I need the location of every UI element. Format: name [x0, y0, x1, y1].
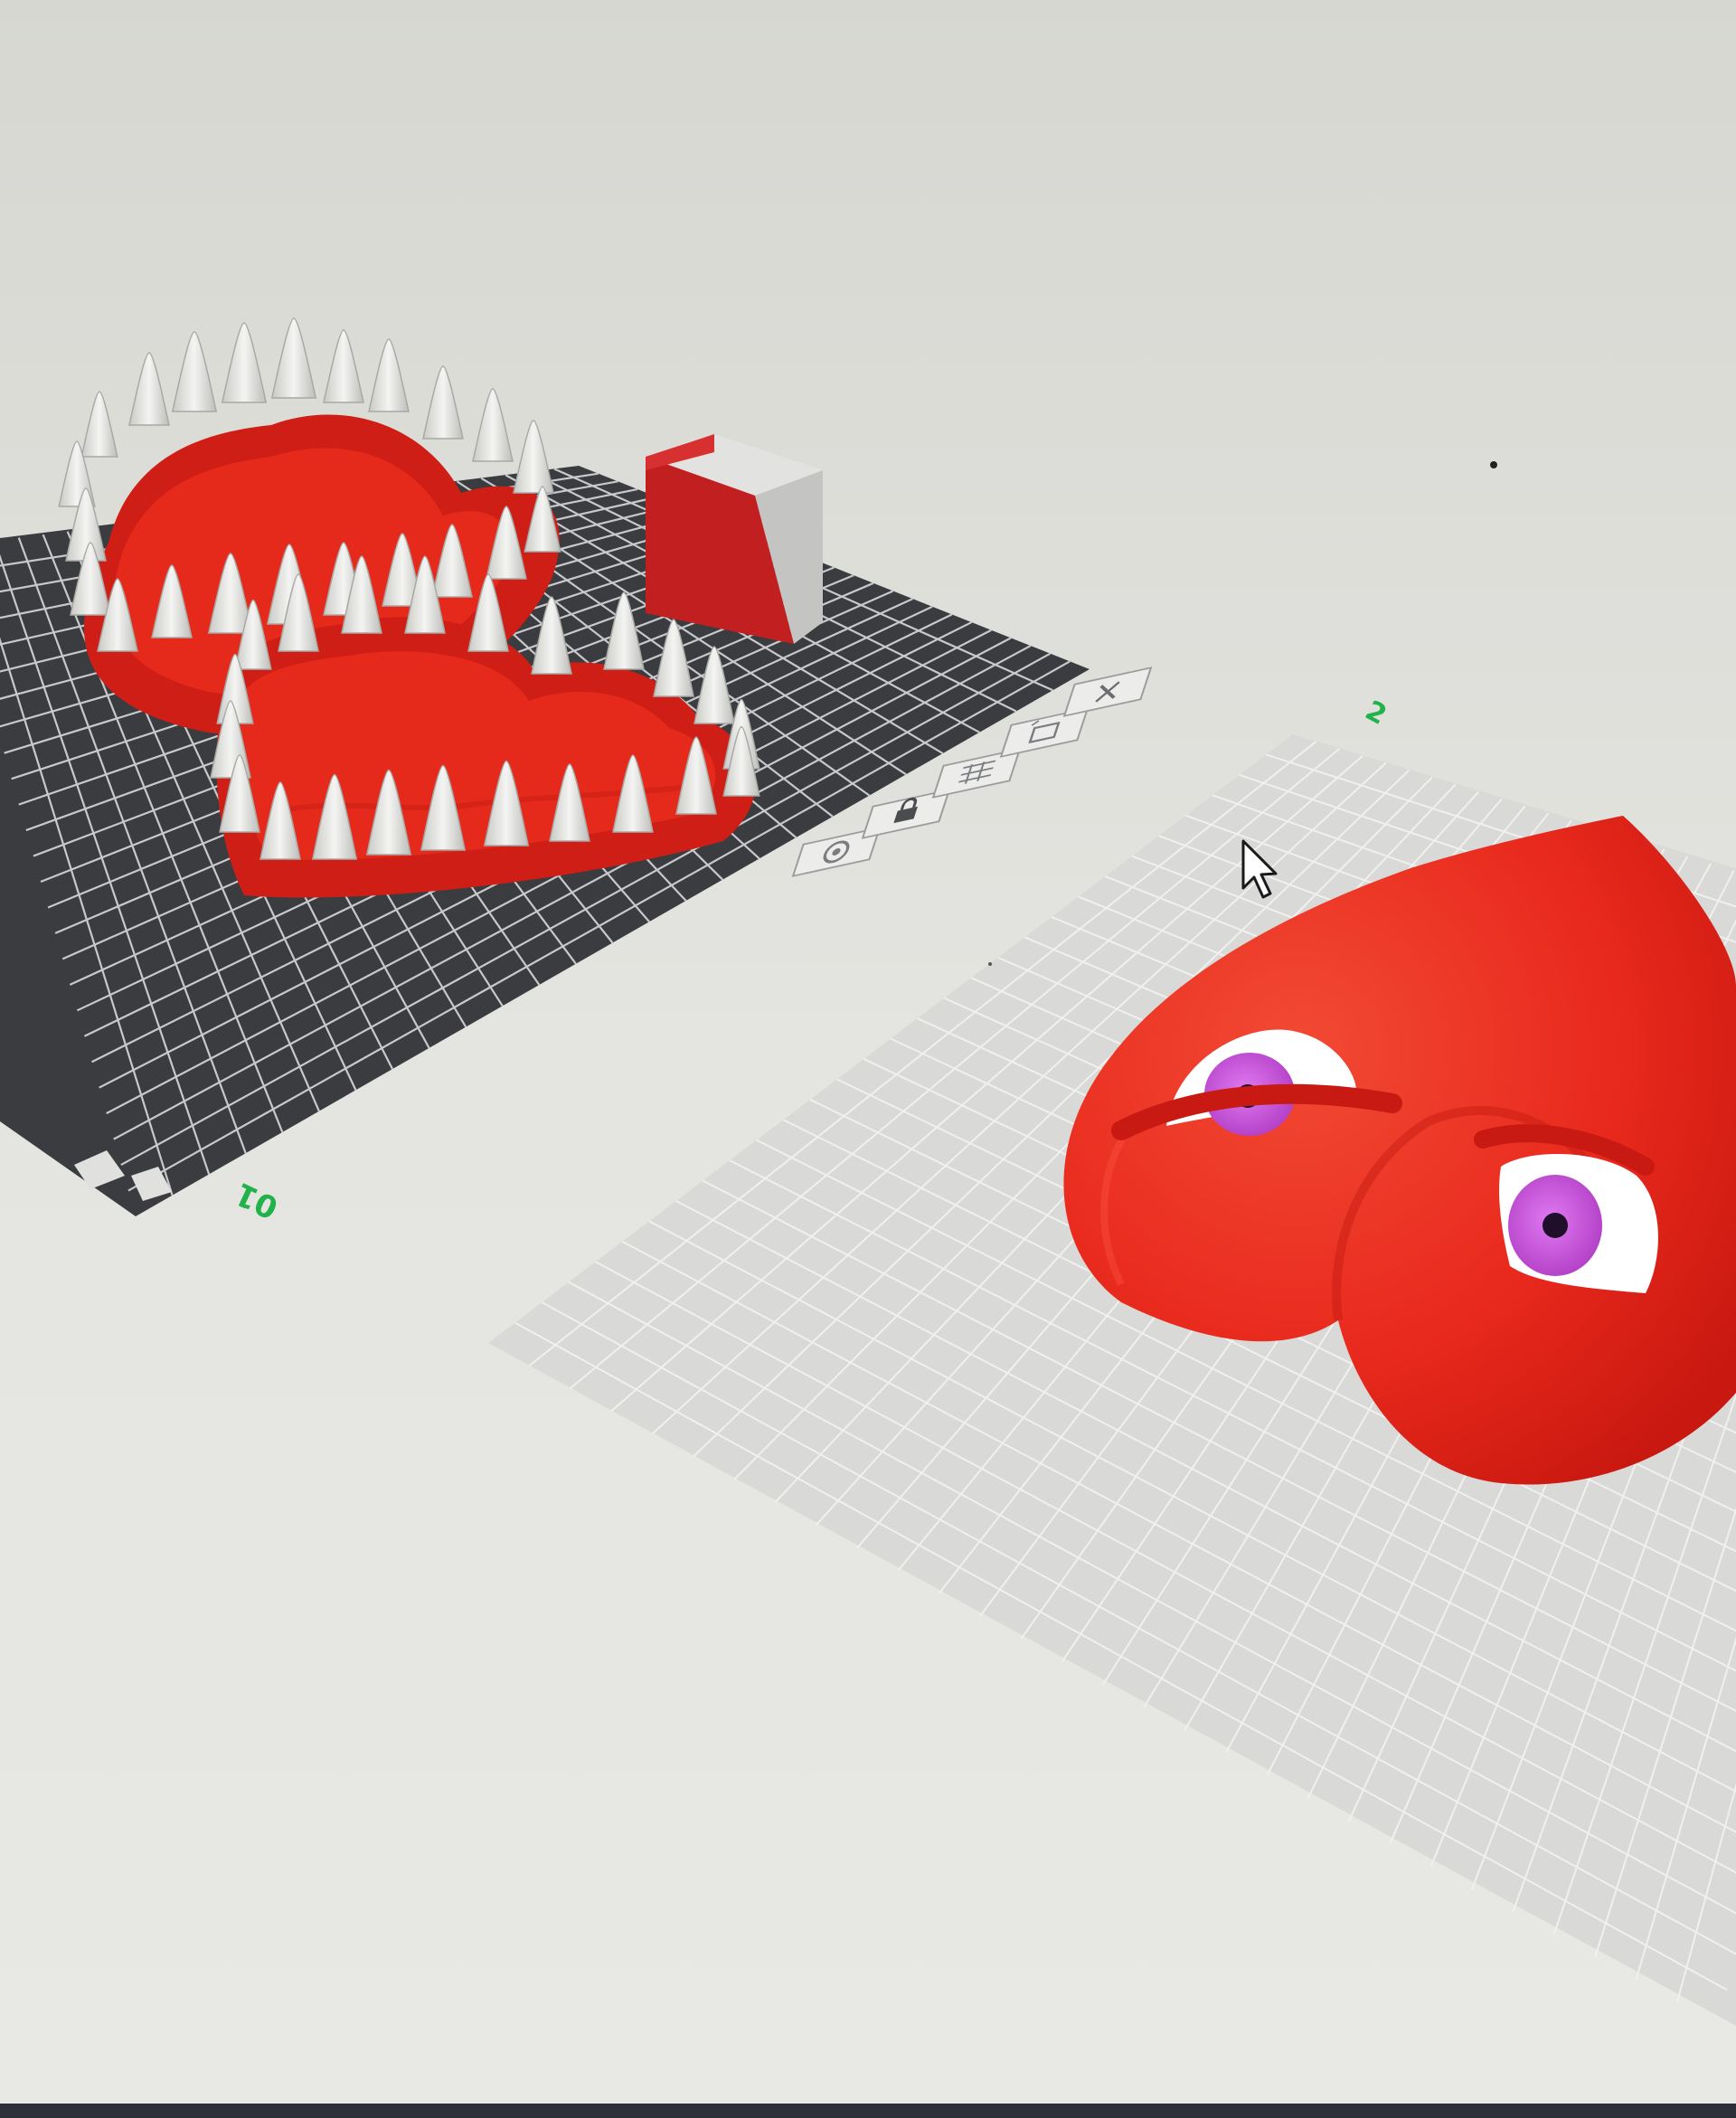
3d-viewport[interactable]: 2 01: [0, 0, 1736, 2118]
screen-dust: [988, 962, 992, 966]
prime-tower[interactable]: [646, 434, 823, 644]
bottom-status-bar: [0, 2104, 1736, 2118]
screen-dust: [1490, 461, 1497, 468]
